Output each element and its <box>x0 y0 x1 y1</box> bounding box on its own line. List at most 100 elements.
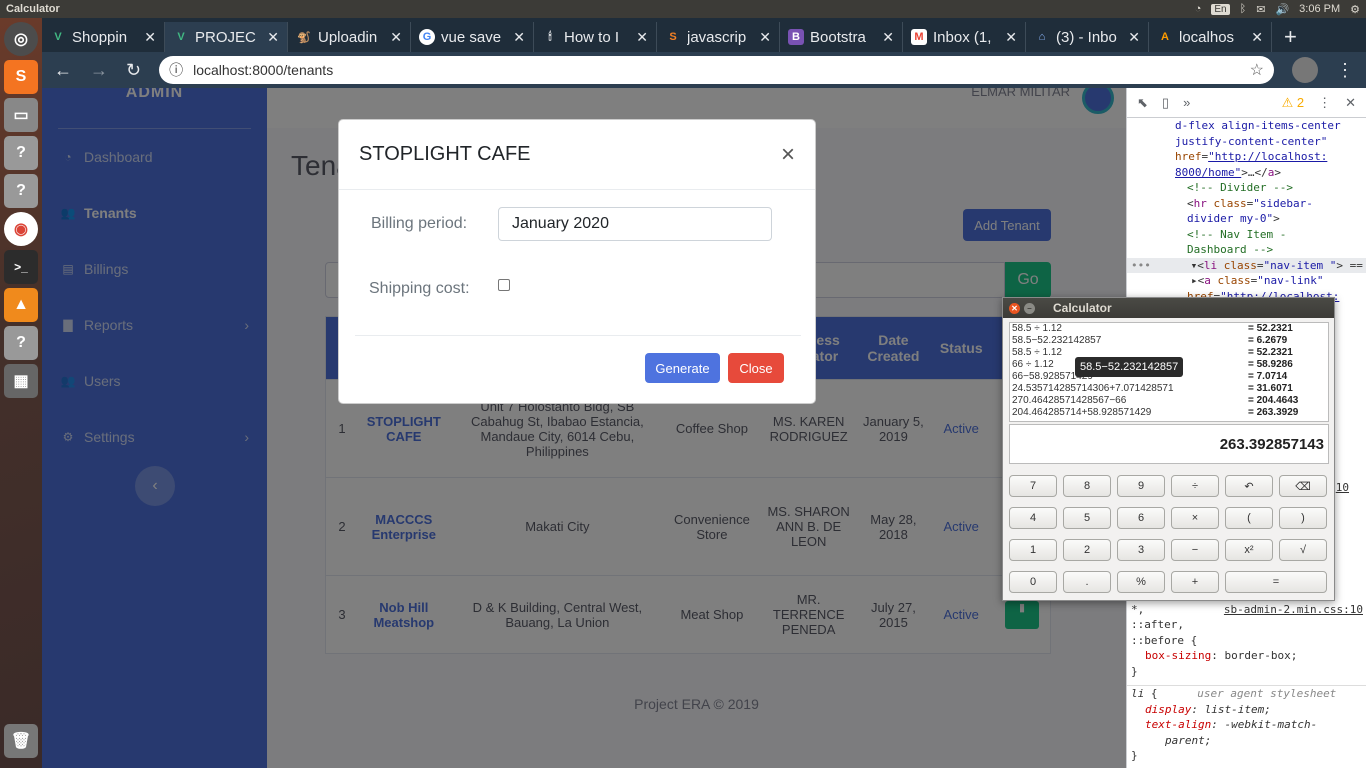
bluetooth-icon[interactable]: ᛒ <box>1240 3 1247 15</box>
billing-period-field[interactable]: January 2020 <box>498 207 772 241</box>
close-tab-icon[interactable]: ✕ <box>636 29 648 46</box>
close-tab-icon[interactable]: ✕ <box>513 29 525 46</box>
close-devtools-icon[interactable]: ✕ <box>1345 95 1356 111</box>
bootstrap-icon: B <box>788 29 804 45</box>
warning-count-badge[interactable]: ⚠ 2 <box>1282 95 1305 111</box>
calculator-display[interactable]: 263.392857143 <box>1009 424 1329 464</box>
history-row[interactable]: 204.464285714+58.928571429 = 263.3929 <box>1010 407 1328 419</box>
history-row[interactable]: 58.5−52.232142857 = 6.2679 <box>1010 335 1328 347</box>
trash-icon[interactable]: 🗑 <box>4 724 38 758</box>
key-1[interactable]: 1 <box>1009 539 1057 561</box>
close-window-icon[interactable]: ✕ <box>1009 302 1020 314</box>
mail-icon[interactable]: ✉ <box>1256 3 1265 16</box>
key-close-paren[interactable]: ) <box>1279 507 1327 529</box>
key-8[interactable]: 8 <box>1063 475 1111 497</box>
chrome-icon[interactable]: ◉ <box>4 212 38 246</box>
more-tabs-icon[interactable]: » <box>1183 95 1190 110</box>
shipping-cost-checkbox[interactable] <box>498 279 510 291</box>
shipping-cost-label: Shipping cost: <box>369 280 470 297</box>
close-button[interactable]: Close <box>728 353 784 383</box>
system-tray: ◔ En ᛒ ✉ 🔊 3:06 PM ⚙ <box>1195 3 1360 16</box>
key-9[interactable]: 9 <box>1117 475 1165 497</box>
generate-button[interactable]: Generate <box>645 353 720 383</box>
key-6[interactable]: 6 <box>1117 507 1165 529</box>
calculator-icon[interactable]: ▦ <box>4 364 38 398</box>
key-decimal[interactable]: . <box>1063 571 1111 593</box>
key-equals[interactable]: = <box>1225 571 1327 593</box>
clock[interactable]: 3:06 PM <box>1299 3 1340 15</box>
key-sqrt[interactable]: √ <box>1279 539 1327 561</box>
bookmark-star-icon[interactable]: ☆ <box>1250 60 1264 80</box>
key-divide[interactable]: ÷ <box>1171 475 1219 497</box>
history-row[interactable]: 24.535714285714306+7.071428571 = 31.6071 <box>1010 383 1328 395</box>
browser-tab[interactable]: V Shoppin ✕ <box>42 22 165 52</box>
close-tab-icon[interactable]: ✕ <box>1005 29 1017 46</box>
new-tab-button[interactable]: + <box>1272 22 1309 52</box>
info-icon[interactable]: ⓘ <box>169 60 183 80</box>
history-row[interactable]: 270.46428571428567−66 = 204.4643 <box>1010 395 1328 407</box>
browser-tab[interactable]: 🐒 Uploadin ✕ <box>288 22 411 52</box>
key-multiply[interactable]: × <box>1171 507 1219 529</box>
active-app-title: Calculator <box>6 3 60 15</box>
keyboard-layout-indicator[interactable]: En <box>1211 3 1230 15</box>
kebab-menu-icon[interactable]: ⋮ <box>1318 95 1331 111</box>
close-tab-icon[interactable]: ✕ <box>144 29 156 46</box>
reload-icon[interactable]: ↻ <box>126 60 141 81</box>
key-add[interactable]: + <box>1171 571 1219 593</box>
settings-gear-icon[interactable]: ⚙ <box>1350 3 1360 16</box>
close-tab-icon[interactable]: ✕ <box>882 29 894 46</box>
files-icon[interactable]: ▭ <box>4 98 38 132</box>
wifi-icon[interactable]: ◔ <box>1195 3 1202 15</box>
browser-tab[interactable]: ⌂ (3) - Inbo ✕ <box>1026 22 1149 52</box>
backspace-icon[interactable]: ⌫ <box>1279 475 1327 497</box>
unknown-app-icon[interactable]: ? <box>4 174 38 208</box>
close-tab-icon[interactable]: ✕ <box>390 29 402 46</box>
browser-tab[interactable]: B Bootstra ✕ <box>780 22 903 52</box>
undo-icon[interactable]: ↶ <box>1225 475 1273 497</box>
forward-icon[interactable]: → <box>90 60 108 81</box>
modal-divider <box>355 335 801 336</box>
vlc-icon[interactable]: ▲ <box>4 288 38 322</box>
unknown-app-icon[interactable]: ? <box>4 326 38 360</box>
terminal-icon[interactable]: >_ <box>4 250 38 284</box>
key-square[interactable]: x² <box>1225 539 1273 561</box>
browser-tab-active[interactable]: V PROJEC ✕ <box>165 22 288 52</box>
address-bar[interactable]: ⓘ localhost:8000/tenants ☆ <box>159 56 1274 84</box>
inspect-element-icon[interactable]: ⬉ <box>1137 95 1148 111</box>
ubuntu-icon[interactable]: ◎ <box>4 22 38 56</box>
key-4[interactable]: 4 <box>1009 507 1057 529</box>
sublime-icon[interactable]: S <box>4 60 38 94</box>
unknown-app-icon[interactable]: ? <box>4 136 38 170</box>
browser-tab[interactable]: Gvue save ✕ <box>411 22 534 52</box>
close-tab-icon[interactable]: ✕ <box>1128 29 1140 46</box>
volume-icon[interactable]: 🔊 <box>1275 3 1289 16</box>
device-toolbar-icon[interactable]: ▯ <box>1162 95 1169 111</box>
key-subtract[interactable]: − <box>1171 539 1219 561</box>
key-3[interactable]: 3 <box>1117 539 1165 561</box>
browser-tab[interactable]: M Inbox (1, ✕ <box>903 22 1026 52</box>
calculator-title: Calculator <box>1053 301 1112 315</box>
key-7[interactable]: 7 <box>1009 475 1057 497</box>
localhost-icon: A <box>1161 31 1169 43</box>
close-tab-icon[interactable]: ✕ <box>267 29 279 46</box>
browser-menu-icon[interactable]: ⋮ <box>1336 60 1354 81</box>
key-5[interactable]: 5 <box>1063 507 1111 529</box>
minimize-window-icon[interactable]: – <box>1024 302 1035 314</box>
calculator-titlebar[interactable]: ✕ – Calculator <box>1003 298 1334 318</box>
browser-tab[interactable]: 🕯 How to I ✕ <box>534 22 657 52</box>
key-open-paren[interactable]: ( <box>1225 507 1273 529</box>
close-tab-icon[interactable]: ✕ <box>759 29 771 46</box>
back-icon[interactable]: ← <box>54 60 72 81</box>
profile-avatar[interactable] <box>1292 57 1318 83</box>
close-tab-icon[interactable]: ✕ <box>1251 29 1263 46</box>
unity-launcher: ◎ S ▭ ? ? ◉ >_ ▲ ? ▦ 🗑 <box>0 18 42 768</box>
key-2[interactable]: 2 <box>1063 539 1111 561</box>
browser-tab[interactable]: Alocalhos ✕ <box>1149 22 1272 52</box>
candle-icon: 🕯 <box>548 30 552 43</box>
key-0[interactable]: 0 <box>1009 571 1057 593</box>
browser-tab[interactable]: Sjavascrip ✕ <box>657 22 780 52</box>
history-row[interactable]: 58.5 ÷ 1.12 = 52.2321 <box>1010 323 1328 335</box>
key-percent[interactable]: % <box>1117 571 1165 593</box>
gmail-icon: M <box>911 29 927 45</box>
close-icon[interactable]: × <box>781 141 795 169</box>
